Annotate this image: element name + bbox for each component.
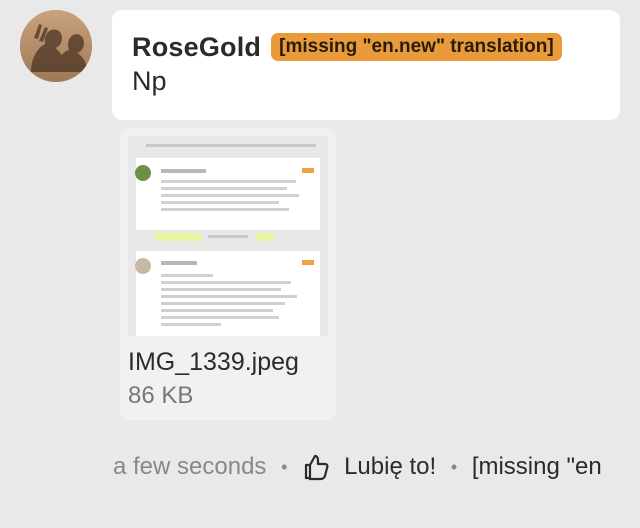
separator-dot: •	[281, 456, 288, 477]
comment-bubble: RoseGold [missing "en.new" translation] …	[112, 10, 620, 120]
timestamp: a few seconds	[113, 452, 267, 480]
thumbs-up-icon	[304, 454, 329, 480]
comment-header: RoseGold [missing "en.new" translation]	[132, 30, 620, 64]
attachment-card[interactable]: IMG_1339.jpeg 86 KB	[120, 128, 336, 420]
avatar-silhouette-icon	[20, 10, 92, 82]
author-name[interactable]: RoseGold	[132, 30, 261, 64]
separator-dot-2: •	[450, 456, 458, 477]
file-size: 86 KB	[128, 382, 194, 409]
file-name[interactable]: IMG_1339.jpeg	[128, 347, 299, 377]
thumbnail-preview-icon	[128, 136, 328, 336]
status-badge: [missing "en.new" translation]	[271, 33, 562, 61]
comment-actions: a few seconds • Lubię to! • [missing "en	[113, 450, 640, 484]
image-thumbnail[interactable]	[128, 136, 328, 336]
comment-text: Np	[132, 66, 167, 96]
like-button[interactable]: Lubię to!	[302, 451, 436, 483]
reply-link[interactable]: [missing "en	[472, 451, 602, 483]
like-label: Lubię to!	[344, 452, 437, 480]
avatar[interactable]	[20, 10, 92, 82]
